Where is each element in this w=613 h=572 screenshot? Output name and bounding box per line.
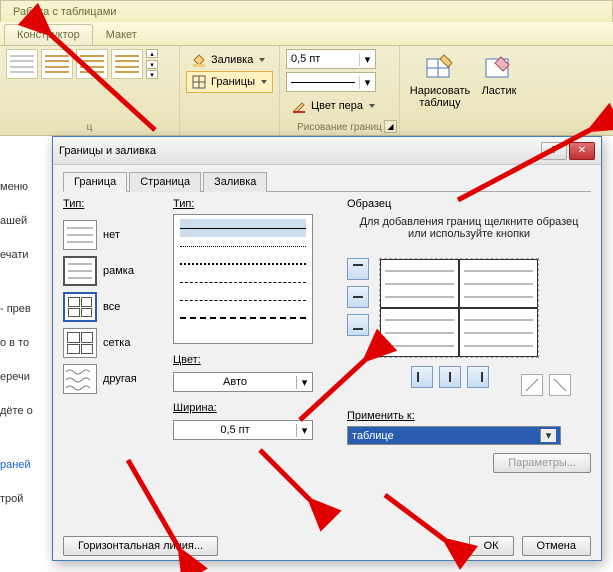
draw-table-icon [424, 53, 456, 85]
group-label-draw: Рисование границ [280, 122, 399, 133]
border-right-button[interactable] [467, 366, 489, 388]
tab-layout[interactable]: Макет [93, 24, 150, 45]
apply-to-combo[interactable]: таблице ▾ [347, 426, 561, 445]
pen-style-combo[interactable]: ▾ [286, 72, 376, 92]
document-body: меню ашей ечати - прев о в то еречи дёте… [0, 170, 33, 516]
tab-shading[interactable]: Заливка [203, 172, 267, 192]
chevron-down-icon [259, 58, 265, 62]
style-swatch[interactable] [76, 49, 108, 79]
vertical-edge-buttons [347, 258, 369, 396]
apply-to-value: таблице [352, 430, 540, 442]
horizontal-line-button[interactable]: Горизонтальная линия... [63, 536, 218, 556]
width-combo[interactable]: 0,5 пт ▾ [173, 420, 313, 440]
setting-box[interactable]: рамка [63, 256, 173, 286]
dialog-launcher[interactable]: ◢ [384, 120, 397, 133]
close-button[interactable]: ✕ [569, 142, 595, 160]
preview-sample[interactable] [379, 258, 539, 358]
preview-label: Образец [347, 198, 591, 210]
type-label: Тип: [63, 198, 84, 210]
draw-table-button[interactable]: Нарисовать таблицу [406, 49, 474, 113]
pen-color-button[interactable]: Цвет пера [286, 95, 393, 117]
all-icon [63, 292, 97, 322]
style-swatch[interactable] [111, 49, 143, 79]
pen-weight-combo[interactable]: 0,5 пт ▾ [286, 49, 376, 69]
setting-column: Тип: нет рамка все сетка [63, 198, 173, 518]
chevron-down-icon [369, 104, 375, 108]
border-diag2-button[interactable] [549, 374, 571, 396]
width-label: Ширина: [173, 402, 217, 414]
pen-weight-value: 0,5 пт [287, 53, 359, 65]
border-bottom-button[interactable] [347, 314, 369, 336]
color-value: Авто [174, 376, 296, 388]
setting-all[interactable]: все [63, 292, 173, 322]
eraser-icon [483, 53, 515, 85]
grid-icon [63, 328, 97, 358]
border-diag1-button[interactable] [521, 374, 543, 396]
color-label: Цвет: [173, 354, 201, 366]
borders-button[interactable]: Границы [186, 71, 273, 93]
setting-custom[interactable]: другая [63, 364, 173, 394]
pen-icon [291, 98, 307, 114]
contextual-title-text: Работа с таблицами [13, 6, 116, 18]
ok-button[interactable]: ОК [469, 536, 514, 556]
fill-button[interactable]: Заливка [186, 49, 273, 71]
style-label: Тип: [173, 198, 194, 210]
tab-page-border[interactable]: Страница [129, 172, 201, 192]
setting-none[interactable]: нет [63, 220, 173, 250]
style-swatch[interactable] [41, 49, 73, 79]
chevron-down-icon: ▾ [296, 424, 312, 437]
style-column: Тип: Цвет: Авто ▾ Ширин [173, 198, 333, 518]
dialog-footer: Горизонтальная линия... ОК Отмена [53, 528, 601, 564]
group-style-opts: Заливка Границы [180, 46, 280, 135]
help-button[interactable]: ? [541, 142, 567, 160]
cancel-button[interactable]: Отмена [522, 536, 591, 556]
dialog-titlebar: Границы и заливка ? ✕ [53, 137, 601, 165]
group-label-styles: ц [0, 122, 179, 133]
tab-design[interactable]: Конструктор [4, 24, 93, 45]
box-icon [63, 256, 97, 286]
dialog-title-text: Границы и заливка [59, 145, 539, 157]
borders-icon [191, 74, 207, 90]
group-table-styles: ▴ ▾ ▾ ц [0, 46, 180, 135]
chevron-down-icon: ▾ [540, 429, 556, 442]
style-swatch[interactable] [6, 49, 38, 79]
ribbon-tab-strip: Конструктор Макет [0, 22, 613, 46]
horizontal-edge-buttons [379, 366, 571, 396]
border-top-button[interactable] [347, 258, 369, 280]
border-hmid-button[interactable] [347, 286, 369, 308]
color-combo[interactable]: Авто ▾ [173, 372, 313, 392]
chevron-down-icon: ▾ [296, 376, 312, 389]
tab-border[interactable]: Граница [63, 172, 127, 192]
bucket-icon [191, 52, 207, 68]
preview-hint: Для добавления границ щелкните образец и… [347, 216, 591, 240]
chevron-down-icon [261, 80, 267, 84]
ribbon-contextual-title: Работа с таблицами [0, 0, 613, 22]
eraser-button[interactable]: Ластик [474, 49, 524, 113]
group-draw-tools: Нарисовать таблицу Ластик [400, 46, 530, 135]
borders-and-shading-dialog: Границы и заливка ? ✕ Граница Страница З… [52, 136, 602, 561]
apply-to-label: Применить к: [347, 410, 415, 422]
preview-column: Образец Для добавления границ щелкните о… [333, 198, 591, 518]
dialog-tab-strip: Граница Страница Заливка [63, 171, 591, 192]
width-value: 0,5 пт [174, 424, 296, 436]
border-left-button[interactable] [411, 366, 433, 388]
line-style-list[interactable] [173, 214, 313, 344]
style-gallery[interactable]: ▴ ▾ ▾ [6, 49, 173, 79]
gallery-scroll[interactable]: ▴ ▾ ▾ [146, 49, 158, 79]
setting-grid[interactable]: сетка [63, 328, 173, 358]
group-pen: 0,5 пт ▾ ▾ Цвет пера Рисование границ ◢ [280, 46, 400, 135]
ribbon-body: ▴ ▾ ▾ ц Заливка Границы 0,5 пт ▾ ▾ Цвет … [0, 46, 613, 136]
chevron-down-icon: ▾ [359, 53, 375, 66]
options-button: Параметры... [493, 453, 591, 473]
custom-icon [63, 364, 97, 394]
border-vmid-button[interactable] [439, 366, 461, 388]
none-icon [63, 220, 97, 250]
